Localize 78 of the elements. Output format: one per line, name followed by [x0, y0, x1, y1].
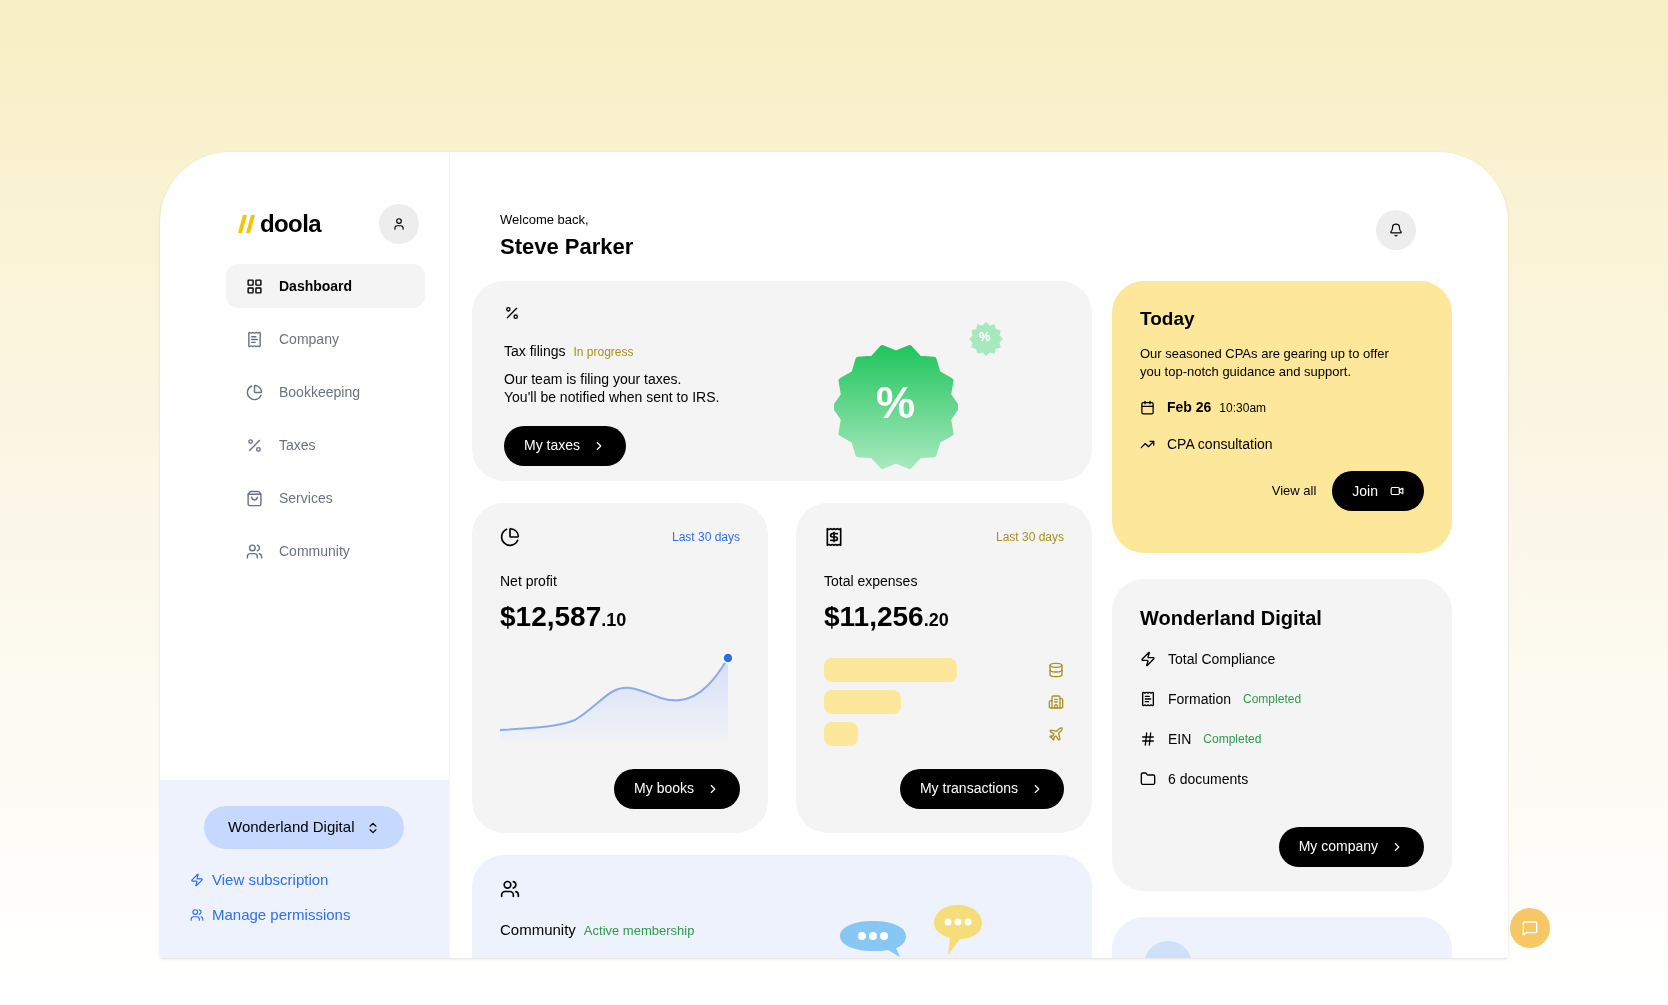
brand-name: doola [260, 209, 321, 239]
sidebar-item[interactable]: Dashboard [226, 264, 425, 308]
card-title: Community [500, 919, 576, 940]
small-badge-symbol: % [979, 329, 991, 343]
view-all-link[interactable]: View all [1271, 481, 1317, 501]
amount-cents: .20 [923, 608, 949, 632]
sidebar-item[interactable]: Bookkeeping [226, 370, 425, 414]
amount-value: $12,587 [500, 599, 602, 634]
profile-button[interactable] [379, 204, 419, 244]
my-books-button[interactable]: My books [614, 768, 740, 809]
sidebar-item[interactable]: Services [226, 476, 425, 520]
notifications-button[interactable] [1376, 210, 1416, 250]
nav-icon [246, 383, 263, 401]
company-name: Wonderland Digital [1140, 605, 1323, 631]
my-transactions-button[interactable]: My transactions [899, 768, 1064, 809]
hash-icon [1140, 731, 1156, 747]
document-icon [1140, 691, 1156, 707]
users-icon [190, 907, 204, 922]
speech-bubble-icon [932, 902, 984, 957]
card-title: Tax filings [504, 341, 566, 361]
status-label: Completed [1203, 731, 1262, 748]
speech-bubble-icon [838, 918, 908, 958]
nav-icon [246, 436, 263, 454]
event-time: 10:30am [1219, 399, 1267, 417]
user-name: Steve Parker [500, 232, 634, 261]
nav-icon [246, 542, 263, 560]
bell-icon [1389, 223, 1403, 237]
nav-icon [246, 277, 263, 295]
my-taxes-button[interactable]: My taxes [504, 425, 626, 466]
user-icon [392, 217, 406, 231]
status-label: Active membership [583, 921, 695, 940]
workspace-switcher[interactable]: Wonderland Digital [204, 806, 405, 849]
join-button[interactable]: Join [1332, 471, 1424, 511]
card-title: Today [1140, 306, 1196, 331]
pie-chart-icon [500, 526, 520, 547]
status-label: Completed [1243, 691, 1302, 708]
event-title: CPA consultation [1167, 435, 1273, 454]
compliance-item: EIN [1168, 729, 1192, 749]
chat-icon [1522, 920, 1538, 936]
lightning-icon [1140, 651, 1156, 667]
today-description: Our seasoned CPAs are gearing up to offer you top-notch guidance and support. [1140, 345, 1390, 381]
sidebar-link[interactable]: Manage permissions [190, 903, 419, 926]
metric-label: Net profit [500, 571, 558, 591]
buildings-icon [1048, 693, 1064, 710]
calendar-icon [1140, 400, 1155, 415]
users-icon [500, 878, 520, 899]
database-icon [1048, 661, 1064, 678]
lightning-icon [190, 873, 204, 888]
badge-symbol: % [876, 380, 916, 425]
sidebar-item[interactable]: Taxes [226, 423, 425, 467]
period-label: Last 30 days [671, 528, 740, 546]
video-camera-icon [1390, 484, 1404, 498]
nav-icon [246, 489, 263, 507]
percent-badge-icon [834, 344, 958, 469]
folder-icon [1140, 771, 1156, 787]
sidebar-link[interactable]: View subscription [190, 869, 419, 892]
metric-label: Total expenses [824, 571, 919, 591]
status-label: In progress [573, 343, 634, 361]
my-company-button[interactable]: My company [1278, 826, 1424, 867]
sidebar-item[interactable]: Community [226, 529, 425, 573]
compliance-item: Formation [1168, 689, 1232, 709]
sidebar-item[interactable]: Company [226, 317, 425, 361]
small-badge-icon [968, 320, 1004, 357]
percent-icon [504, 304, 520, 321]
description-line: You'll be notified when sent to IRS. [504, 387, 720, 406]
receipt-icon [824, 526, 844, 547]
event-date: Feb 26 [1167, 398, 1212, 417]
logo-mark-icon [238, 214, 256, 234]
amount-value: $11,256 [824, 599, 924, 634]
nav-icon [246, 330, 263, 348]
expense-bar [824, 721, 858, 746]
period-label: Last 30 days [995, 528, 1064, 546]
compliance-item: 6 documents [1168, 769, 1249, 789]
description-line: Our team is filing your taxes. [504, 369, 683, 388]
compliance-item: Total Compliance [1168, 649, 1276, 669]
airplane-icon [1048, 725, 1064, 742]
amount-cents: .10 [601, 608, 627, 632]
greeting-text: Welcome back, [500, 211, 590, 229]
